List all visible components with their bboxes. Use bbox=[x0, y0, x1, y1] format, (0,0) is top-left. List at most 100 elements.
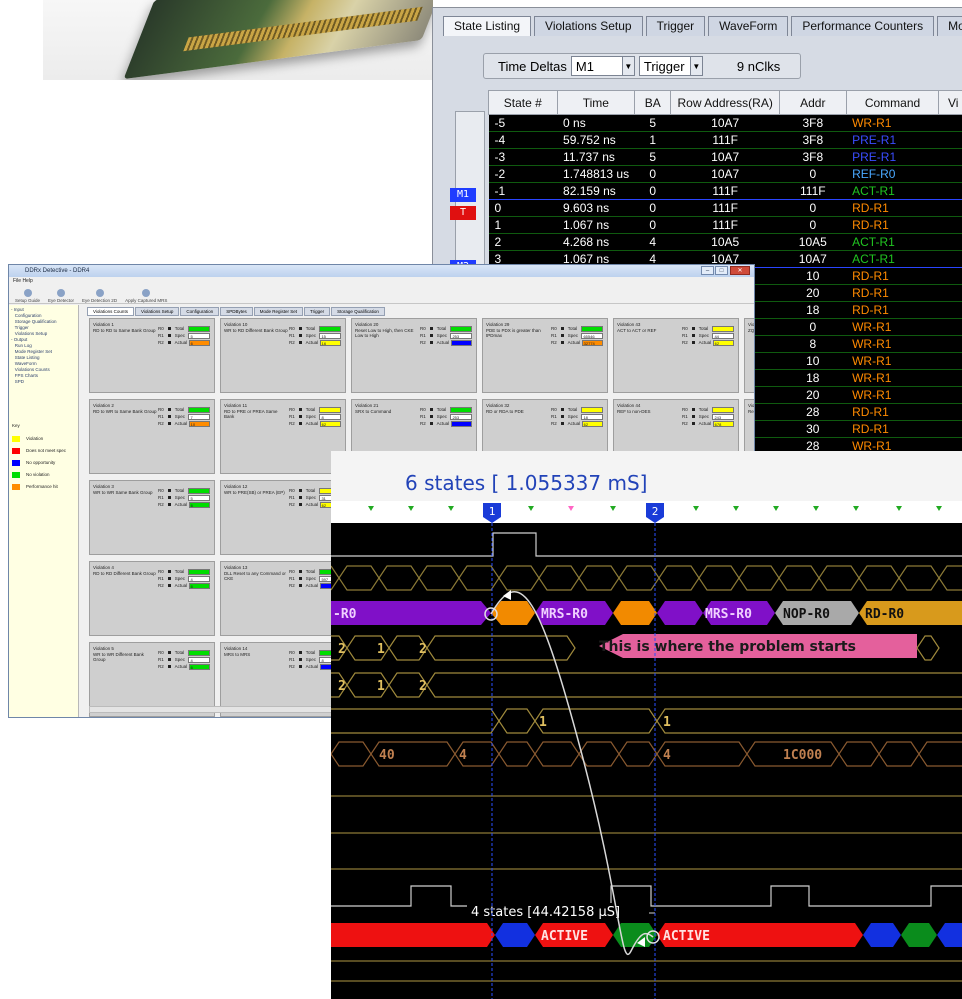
rank-checkbox[interactable] bbox=[691, 334, 695, 337]
maximize-icon[interactable]: □ bbox=[715, 266, 728, 275]
bank-state-trace[interactable]: ACTIVE ACTIVE bbox=[331, 923, 962, 947]
detective-tab[interactable]: Storage Qualification bbox=[331, 307, 385, 316]
rank-checkbox[interactable] bbox=[167, 408, 171, 411]
rank-checkbox[interactable] bbox=[167, 496, 171, 499]
column-header[interactable]: BA bbox=[634, 90, 672, 115]
column-header[interactable]: Vi bbox=[938, 90, 962, 115]
rank-checkbox[interactable] bbox=[298, 496, 302, 499]
rank-checkbox[interactable] bbox=[167, 327, 171, 330]
rank-checkbox[interactable] bbox=[429, 422, 433, 425]
rank-checkbox[interactable] bbox=[691, 408, 695, 411]
rank-checkbox[interactable] bbox=[298, 341, 302, 344]
rank-checkbox[interactable] bbox=[560, 408, 564, 411]
violation-card[interactable]: Violation 29 PDE to PDX is greater than t… bbox=[482, 318, 608, 393]
rank-checkbox[interactable] bbox=[560, 341, 564, 344]
violation-card[interactable]: Violation 10 WR to RD Different Bank Grou… bbox=[220, 318, 346, 393]
column-header[interactable]: Time bbox=[556, 90, 636, 115]
detective-tab[interactable]: Violations Counts bbox=[87, 307, 134, 316]
rank-checkbox[interactable] bbox=[298, 327, 302, 330]
tab-5[interactable]: Mo bbox=[937, 16, 962, 36]
rank-checkbox[interactable] bbox=[167, 503, 171, 506]
table-row[interactable]: -2 1.748813 us 0 10A7 0 REF-R0 bbox=[488, 165, 962, 183]
rank-checkbox[interactable] bbox=[691, 422, 695, 425]
violation-card[interactable]: Violation 11 RD to PRE or PREA Same Bank R… bbox=[220, 399, 346, 474]
rank-checkbox[interactable] bbox=[429, 415, 433, 418]
table-row[interactable]: -1 82.159 ns 0 111F 111F ACT-R1 bbox=[488, 182, 962, 200]
rank-checkbox[interactable] bbox=[167, 334, 171, 337]
rank-checkbox[interactable] bbox=[167, 422, 171, 425]
from-marker-select[interactable]: M1 ▼ bbox=[570, 56, 635, 76]
table-row[interactable]: 0 9.603 ns 0 111F 0 RD-R1 bbox=[488, 199, 962, 217]
table-row[interactable]: 2 4.268 ns 4 10A5 10A5 ACT-R1 bbox=[488, 233, 962, 251]
rank-checkbox[interactable] bbox=[298, 665, 302, 668]
to-marker-select[interactable]: Trigger ▼ bbox=[638, 56, 703, 76]
violation-card[interactable]: Violation 13 DLL Reset to any Command or … bbox=[220, 561, 346, 636]
tab-2[interactable]: Trigger bbox=[645, 16, 706, 36]
violation-card[interactable]: Violation 1 RD to RD to Same Bank Group R0… bbox=[89, 318, 215, 393]
rank-checkbox[interactable] bbox=[167, 415, 171, 418]
violation-card[interactable]: Violation 2 RD to WR to Same Bank Group R0… bbox=[89, 399, 215, 474]
table-row[interactable]: -4 59.752 ns 1 111F 3F8 PRE-R1 bbox=[488, 131, 962, 149]
menu-bar[interactable]: File Help bbox=[9, 277, 754, 286]
rank-checkbox[interactable] bbox=[298, 503, 302, 506]
rank-checkbox[interactable] bbox=[167, 570, 171, 573]
command-trace[interactable]: -R0 MRS-R0 MRS-R0 NOP-R0 RD-R0 bbox=[331, 601, 962, 625]
violation-card[interactable]: Violation 3 WR to WR Same Bank Group R0 Tot… bbox=[89, 480, 215, 555]
rank-checkbox[interactable] bbox=[429, 408, 433, 411]
tab-3[interactable]: WaveForm bbox=[708, 16, 789, 36]
column-header[interactable]: Command bbox=[845, 90, 940, 115]
rank-checkbox[interactable] bbox=[429, 334, 433, 337]
rank-checkbox[interactable] bbox=[167, 665, 171, 668]
rank-checkbox[interactable] bbox=[298, 651, 302, 654]
tab-4[interactable]: Performance Counters bbox=[791, 16, 935, 36]
rank-checkbox[interactable] bbox=[167, 577, 171, 580]
rank-checkbox[interactable] bbox=[560, 327, 564, 330]
detective-tab[interactable]: Trigger bbox=[303, 307, 331, 316]
column-header[interactable]: Addr bbox=[778, 90, 847, 115]
rank-checkbox[interactable] bbox=[560, 422, 564, 425]
detective-tab[interactable]: SPDBytes bbox=[220, 307, 253, 316]
chevron-down-icon[interactable]: ▼ bbox=[621, 57, 634, 75]
rank-checkbox[interactable] bbox=[691, 415, 695, 418]
rank-checkbox[interactable] bbox=[167, 651, 171, 654]
rank-checkbox[interactable] bbox=[691, 341, 695, 344]
marker-label-t[interactable]: T bbox=[450, 206, 476, 220]
table-row[interactable]: -5 0 ns 5 10A7 3F8 WR-R1 bbox=[488, 114, 962, 132]
tree-item[interactable]: SPD bbox=[11, 379, 76, 385]
toolbar-button[interactable]: Setup Guide bbox=[15, 289, 40, 303]
violation-card[interactable]: Violation 52ZQCS or ZQ Active BankR0Tota… bbox=[744, 318, 754, 393]
column-header[interactable]: State # bbox=[488, 90, 558, 115]
toolbar-button[interactable]: Eye Detector bbox=[48, 289, 74, 303]
detective-tab[interactable]: Configuration bbox=[180, 307, 220, 316]
violation-card[interactable]: Violation 4 RD to RD Different Bank Group… bbox=[89, 561, 215, 636]
rank-checkbox[interactable] bbox=[429, 341, 433, 344]
rank-checkbox[interactable] bbox=[167, 584, 171, 587]
minimize-icon[interactable]: – bbox=[701, 266, 714, 275]
tab-0[interactable]: State Listing bbox=[443, 16, 532, 36]
table-row[interactable]: -3 11.737 ns 5 10A7 3F8 PRE-R1 bbox=[488, 148, 962, 166]
rank-checkbox[interactable] bbox=[167, 341, 171, 344]
rank-checkbox[interactable] bbox=[560, 334, 564, 337]
violation-card[interactable]: Violation 43 ACT to ACT or REF R0 Total R1 Sp… bbox=[613, 318, 739, 393]
rank-checkbox[interactable] bbox=[167, 489, 171, 492]
waveform-traces[interactable]: 1 2 -R0 MRS-R0 MRS-R0 NOP-R0 RD-R0 This … bbox=[331, 451, 962, 999]
violation-card[interactable]: Violation 12 WR to PRE(SB) or PREA (EP) R0… bbox=[220, 480, 346, 555]
rank-checkbox[interactable] bbox=[560, 415, 564, 418]
rank-checkbox[interactable] bbox=[298, 577, 302, 580]
detective-tab[interactable]: Violations Setup bbox=[134, 307, 180, 316]
chevron-down-icon[interactable]: ▼ bbox=[689, 57, 702, 75]
detective-tab[interactable]: Mode Register Set bbox=[253, 307, 303, 316]
toolbar-button[interactable]: Eye Detection 2D bbox=[82, 289, 117, 303]
toolbar-button[interactable]: Apply Captured MRS bbox=[125, 289, 167, 303]
column-header[interactable]: Row Address(RA) bbox=[670, 90, 780, 115]
rank-checkbox[interactable] bbox=[298, 658, 302, 661]
rank-checkbox[interactable] bbox=[691, 327, 695, 330]
rank-checkbox[interactable] bbox=[298, 334, 302, 337]
marker-label-m1[interactable]: M1 bbox=[450, 188, 476, 202]
table-row[interactable]: 1 1.067 ns 0 111F 0 RD-R1 bbox=[488, 216, 962, 234]
rank-checkbox[interactable] bbox=[298, 408, 302, 411]
violation-card[interactable]: Violation 20 Reset Low to High, then CKE … bbox=[351, 318, 477, 393]
rank-checkbox[interactable] bbox=[298, 584, 302, 587]
rank-checkbox[interactable] bbox=[298, 489, 302, 492]
rank-checkbox[interactable] bbox=[298, 570, 302, 573]
